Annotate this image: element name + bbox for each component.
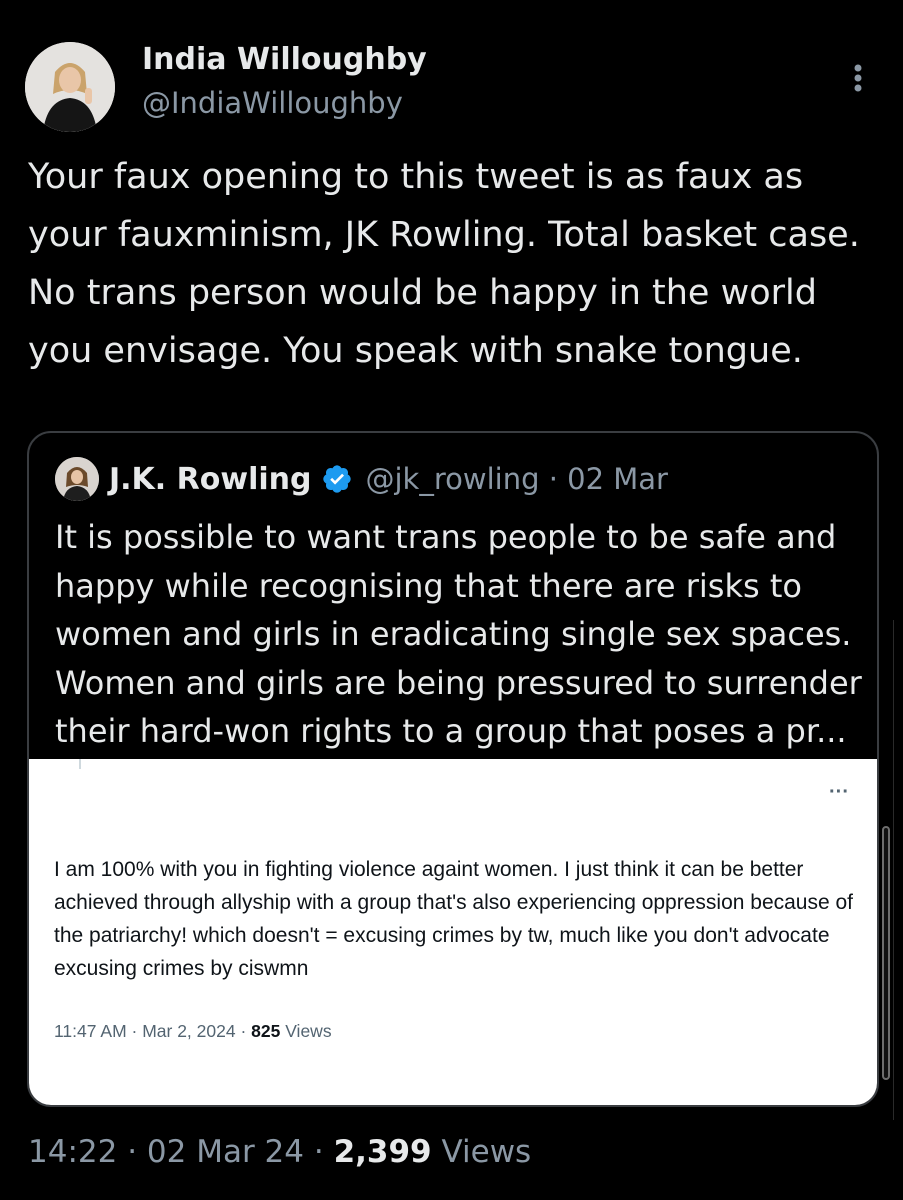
tweet-views-label[interactable]: Views [432, 1134, 531, 1170]
tweet-views-count[interactable]: 2,399 [334, 1134, 432, 1170]
quoted-tweet-header: J.K. Rowling @jk_rowling · 02 Mar [109, 459, 668, 499]
screenshot-tweet-text: I am 100% with you in fighting violence … [54, 858, 854, 980]
screenshot-views-count: 825 [251, 1021, 281, 1041]
author-avatar[interactable] [25, 42, 115, 132]
author-name[interactable]: India Willoughby [142, 42, 427, 77]
author-handle[interactable]: @IndiaWilloughby [142, 86, 403, 120]
screenshot-tweet-meta: 11:47 AM · Mar 2, 2024 · 825 Views [54, 1021, 332, 1042]
quoted-tweet-text: It is possible to want trans people to b… [55, 518, 862, 750]
tweet-text: Your faux opening to this tweet is as fa… [28, 157, 860, 371]
thread-connector-line [79, 759, 81, 769]
quoted-handle-date[interactable]: @jk_rowling · 02 Mar [365, 462, 668, 496]
quoted-tweet-card[interactable]: J.K. Rowling @jk_rowling · 02 Mar It is … [27, 431, 879, 1107]
screenshot-time: 11:47 AM · Mar 2, 2024 · [54, 1021, 252, 1041]
quoted-profile-photo-icon [55, 457, 99, 501]
tweet-time-date[interactable]: 14:22 · 02 Mar 24 · [28, 1134, 334, 1170]
quoted-author-avatar[interactable] [55, 457, 99, 501]
verified-badge-icon [323, 465, 352, 493]
quoted-tweet-image[interactable]: ··· I am 100% with you in fighting viole… [29, 759, 877, 1105]
scrollbar-track [893, 620, 894, 1120]
profile-photo-icon [25, 42, 115, 132]
more-options-icon[interactable] [848, 60, 868, 100]
tweet-meta: 14:22 · 02 Mar 24 · 2,399 Views [28, 1134, 531, 1170]
screenshot-views-label: Views [280, 1021, 332, 1041]
more-options-icon: ··· [829, 781, 849, 803]
quoted-author-name[interactable]: J.K. Rowling [109, 462, 311, 497]
scrollbar-thumb[interactable] [882, 826, 890, 1080]
